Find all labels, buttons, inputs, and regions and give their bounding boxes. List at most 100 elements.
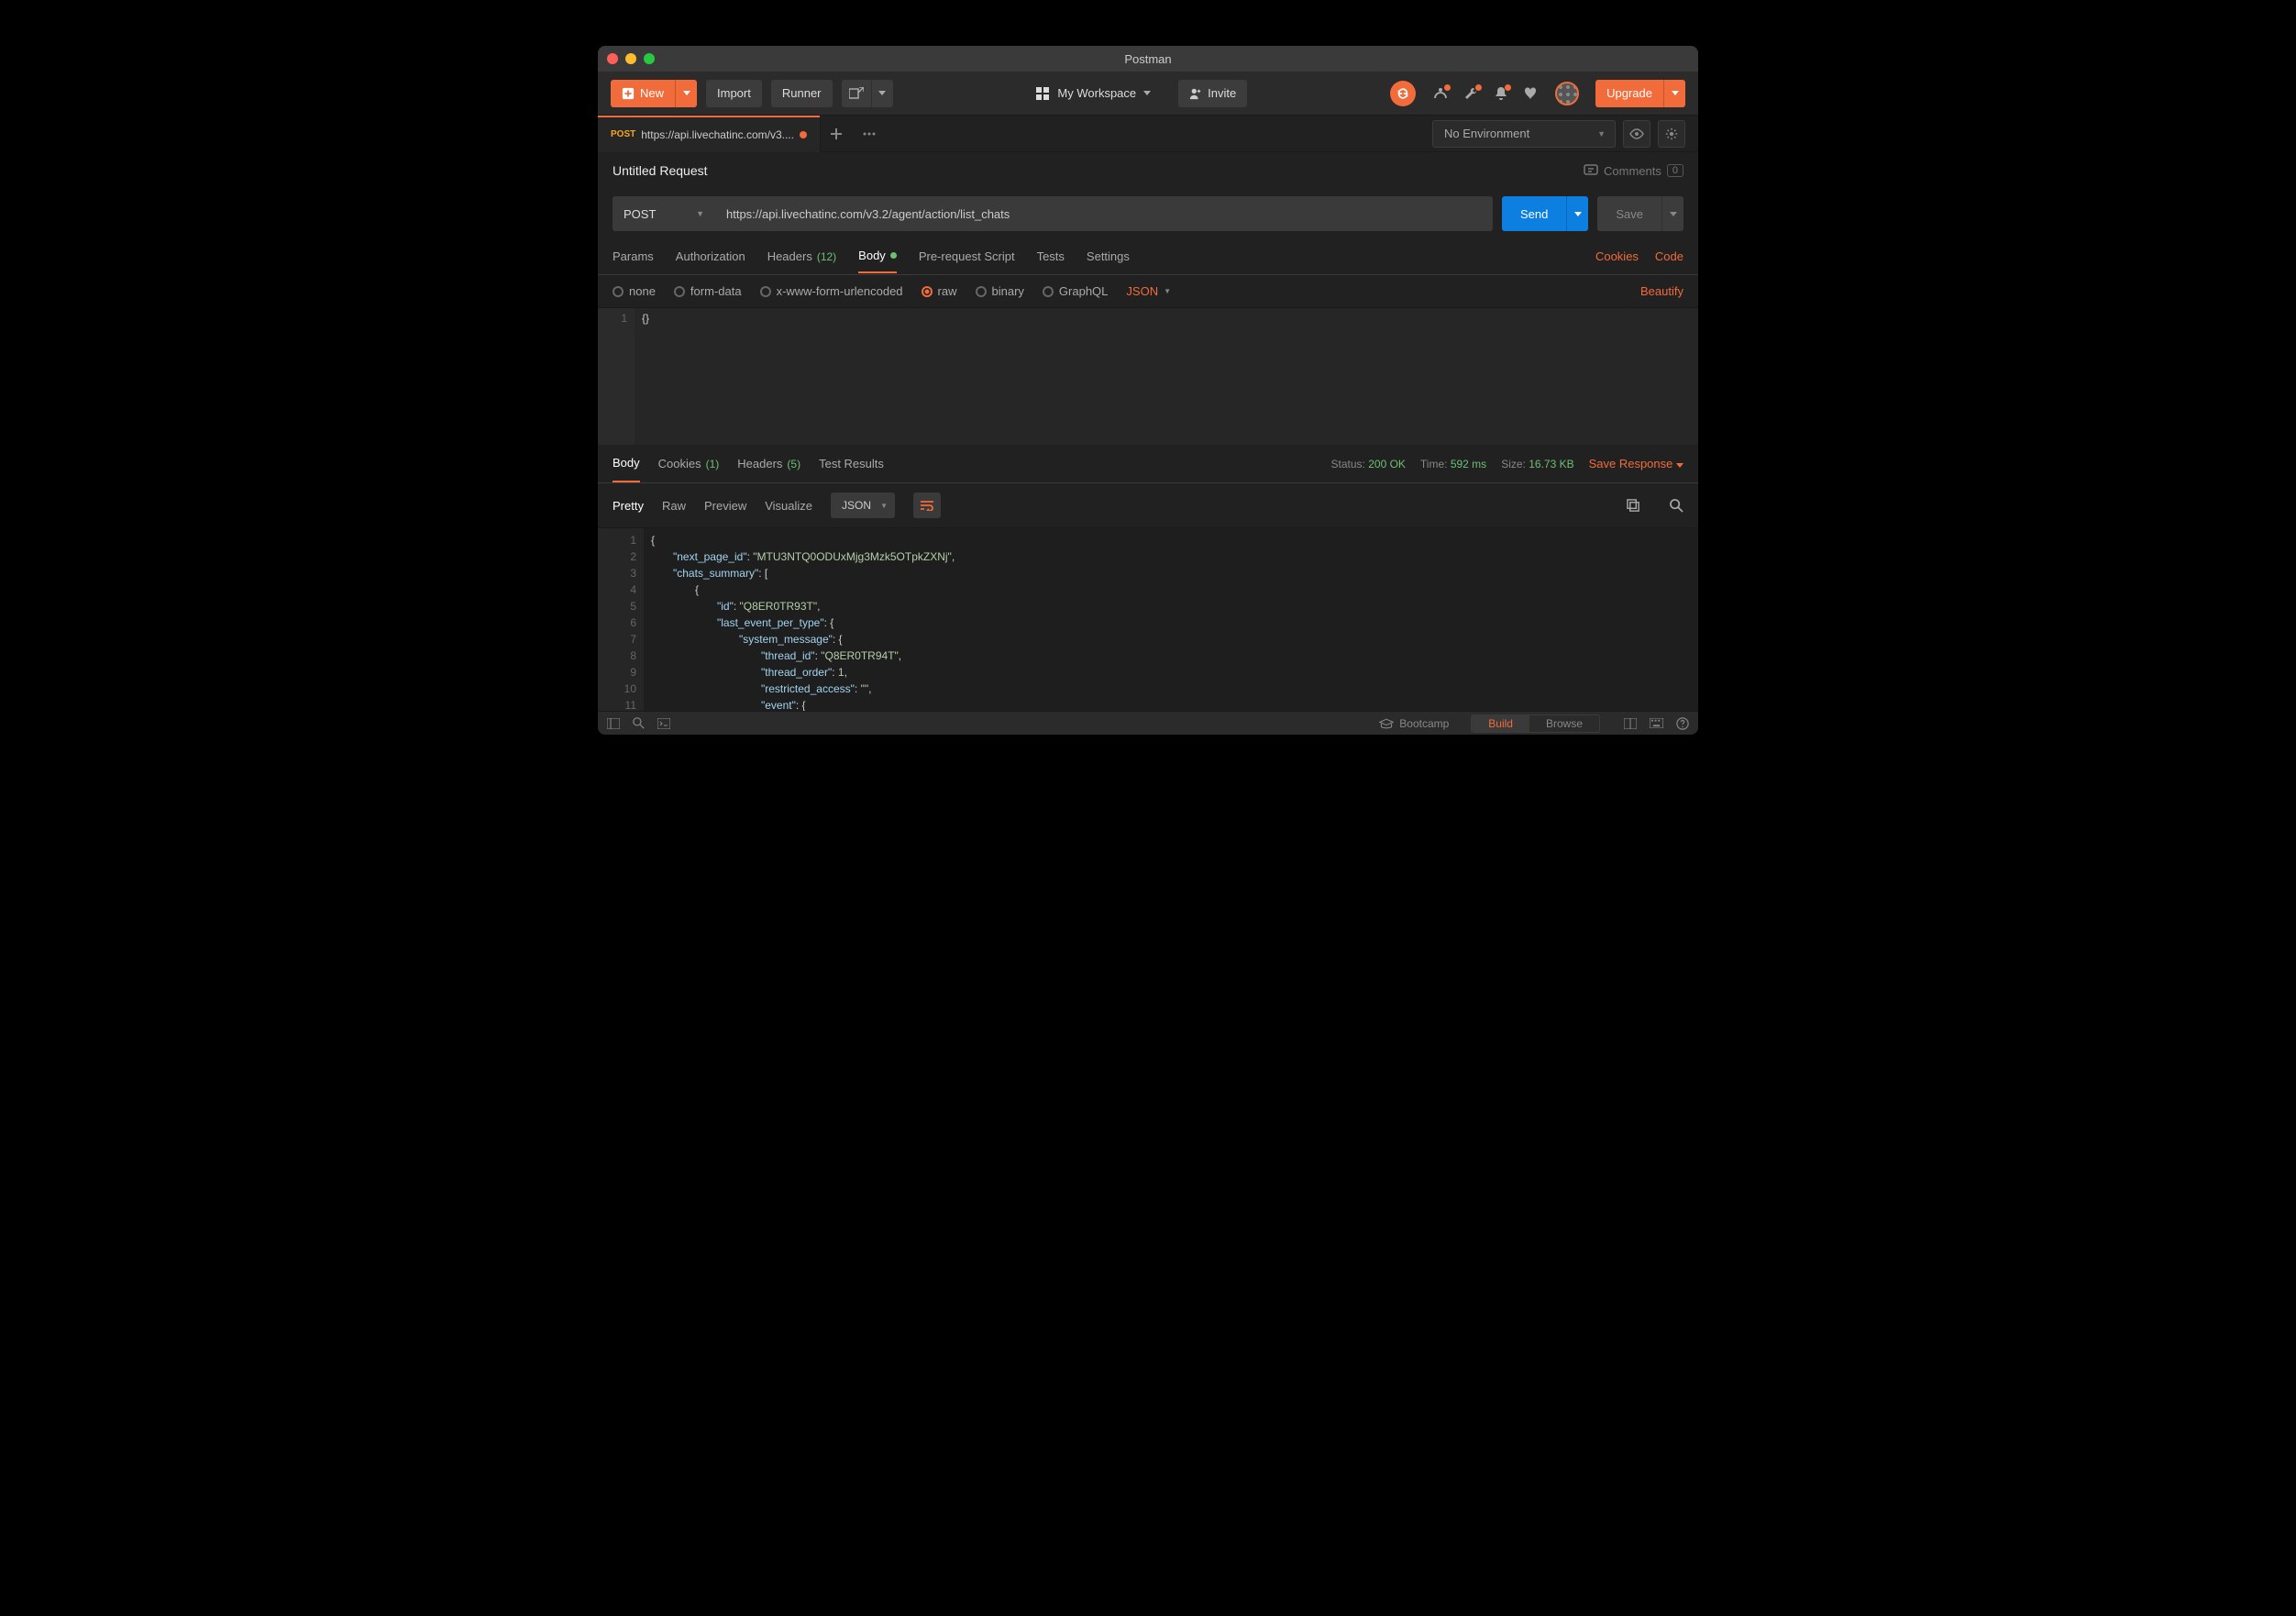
- new-dropdown[interactable]: [675, 80, 697, 107]
- minimize-window-icon[interactable]: [625, 53, 636, 64]
- tab-tests[interactable]: Tests: [1037, 240, 1065, 272]
- capture-icon[interactable]: [1432, 86, 1447, 101]
- time-value: 592 ms: [1451, 458, 1486, 470]
- workspace-selector[interactable]: My Workspace: [1035, 86, 1151, 101]
- runner-button[interactable]: Runner: [771, 80, 833, 107]
- notifications-bell-icon[interactable]: [1495, 86, 1507, 101]
- body-type-options: none form-data x-www-form-urlencoded raw…: [598, 275, 1698, 307]
- two-pane-icon[interactable]: [1624, 718, 1637, 729]
- close-window-icon[interactable]: [607, 53, 618, 64]
- copy-response-icon[interactable]: [1627, 499, 1640, 513]
- request-section-tabs: Params Authorization Headers (12) Body P…: [598, 238, 1698, 275]
- tab-options-button[interactable]: [853, 117, 886, 150]
- status-value: 200 OK: [1368, 458, 1406, 470]
- search-response-icon[interactable]: [1670, 499, 1683, 513]
- body-content-type-selector[interactable]: JSON: [1126, 284, 1171, 298]
- body-none-radio[interactable]: none: [613, 284, 656, 298]
- response-meta: Status: 200 OK Time: 592 ms Size: 16.73 …: [1331, 457, 1683, 470]
- open-new-dropdown[interactable]: [871, 80, 893, 107]
- tab-settings[interactable]: Settings: [1087, 240, 1130, 272]
- user-avatar[interactable]: [1555, 82, 1579, 105]
- body-xwww-radio[interactable]: x-www-form-urlencoded: [760, 284, 903, 298]
- window-controls: [607, 53, 655, 64]
- response-body-viewer[interactable]: 1234567891011 {"next_page_id": "MTU3NTQ0…: [598, 527, 1698, 711]
- beautify-link[interactable]: Beautify: [1640, 284, 1683, 298]
- tab-params[interactable]: Params: [613, 240, 654, 272]
- invite-button[interactable]: Invite: [1178, 80, 1247, 107]
- maximize-window-icon[interactable]: [644, 53, 655, 64]
- find-icon[interactable]: [633, 717, 645, 729]
- tab-body[interactable]: Body: [858, 239, 897, 273]
- upgrade-dropdown[interactable]: [1663, 80, 1685, 107]
- request-body-editor[interactable]: 1 {}: [598, 307, 1698, 445]
- heart-icon[interactable]: [1524, 87, 1539, 100]
- response-format-selector[interactable]: JSON: [831, 493, 895, 518]
- settings-wrench-icon[interactable]: [1463, 86, 1478, 101]
- upgrade-button-group: Upgrade: [1595, 80, 1685, 107]
- comments-label: Comments: [1604, 164, 1661, 178]
- cookies-link[interactable]: Cookies: [1595, 249, 1639, 263]
- build-toggle[interactable]: Build: [1472, 715, 1529, 732]
- status-bar: Bootcamp Build Browse: [598, 711, 1698, 735]
- send-button[interactable]: Send: [1502, 196, 1566, 231]
- keyboard-shortcuts-icon[interactable]: [1650, 718, 1663, 728]
- tab-method-badge: POST: [611, 129, 635, 139]
- help-icon[interactable]: [1676, 717, 1689, 730]
- send-dropdown[interactable]: [1566, 196, 1588, 231]
- bootcamp-link[interactable]: Bootcamp: [1379, 717, 1449, 730]
- open-new-button[interactable]: [842, 80, 871, 107]
- sidebar-toggle-icon[interactable]: [607, 718, 620, 729]
- view-visualize[interactable]: Visualize: [765, 499, 812, 513]
- tab-prerequest[interactable]: Pre-request Script: [919, 240, 1015, 272]
- save-response-link[interactable]: Save Response: [1589, 457, 1683, 470]
- url-input[interactable]: [713, 196, 1493, 231]
- workspace-label: My Workspace: [1057, 86, 1136, 100]
- console-icon[interactable]: [657, 718, 670, 729]
- response-code: {"next_page_id": "MTU3NTQ0ODUxMjg3Mzk5OT…: [644, 528, 1698, 711]
- body-graphql-radio[interactable]: GraphQL: [1043, 284, 1108, 298]
- import-button[interactable]: Import: [706, 80, 762, 107]
- body-binary-radio[interactable]: binary: [976, 284, 1024, 298]
- request-tabs-row: POST https://api.livechatinc.com/v3.... …: [598, 116, 1698, 152]
- response-view-toolbar: Pretty Raw Preview Visualize JSON: [598, 483, 1698, 527]
- tab-authorization[interactable]: Authorization: [676, 240, 745, 272]
- titlebar: Postman: [598, 46, 1698, 72]
- resp-tab-body[interactable]: Body: [613, 445, 640, 482]
- notification-dot-icon: [1475, 84, 1482, 91]
- env-settings-button[interactable]: [1658, 120, 1685, 148]
- view-preview[interactable]: Preview: [704, 499, 746, 513]
- new-tab-button[interactable]: [820, 117, 853, 150]
- code-area[interactable]: {}: [635, 308, 1698, 445]
- request-header-row: Untitled Request Comments 0: [598, 152, 1698, 189]
- http-method-selector[interactable]: POST: [613, 196, 713, 231]
- env-quick-look-button[interactable]: [1623, 120, 1650, 148]
- tab-headers[interactable]: Headers (12): [767, 240, 836, 272]
- request-name[interactable]: Untitled Request: [613, 163, 708, 178]
- upgrade-button[interactable]: Upgrade: [1595, 80, 1663, 107]
- build-browse-toggle: Build Browse: [1471, 714, 1600, 733]
- active-dot-icon: [890, 252, 897, 259]
- save-dropdown[interactable]: [1661, 196, 1683, 231]
- url-bar: POST Send Save: [598, 189, 1698, 238]
- new-button[interactable]: New: [611, 80, 675, 107]
- browse-toggle[interactable]: Browse: [1529, 715, 1599, 732]
- resp-tab-headers[interactable]: Headers (5): [737, 446, 800, 481]
- sync-button[interactable]: [1390, 81, 1416, 106]
- comments-button[interactable]: Comments 0: [1584, 164, 1683, 178]
- body-raw-radio[interactable]: raw: [922, 284, 957, 298]
- view-raw[interactable]: Raw: [662, 499, 686, 513]
- environment-selector[interactable]: No Environment: [1432, 120, 1616, 148]
- header-iconbar: Upgrade: [1390, 80, 1685, 107]
- code-link[interactable]: Code: [1655, 249, 1683, 263]
- app-window: Postman New Import Runner My Workspace I: [598, 46, 1698, 735]
- view-pretty[interactable]: Pretty: [613, 499, 644, 513]
- body-formdata-radio[interactable]: form-data: [674, 284, 742, 298]
- new-button-group: New: [611, 80, 697, 107]
- resp-tab-test-results[interactable]: Test Results: [819, 446, 884, 481]
- wrap-lines-button[interactable]: [913, 493, 941, 518]
- request-tab[interactable]: POST https://api.livechatinc.com/v3....: [598, 116, 820, 152]
- environment-controls: No Environment: [1432, 120, 1698, 148]
- comments-count: 0: [1667, 164, 1683, 177]
- resp-tab-cookies[interactable]: Cookies (1): [658, 446, 720, 481]
- save-button[interactable]: Save: [1597, 196, 1661, 231]
